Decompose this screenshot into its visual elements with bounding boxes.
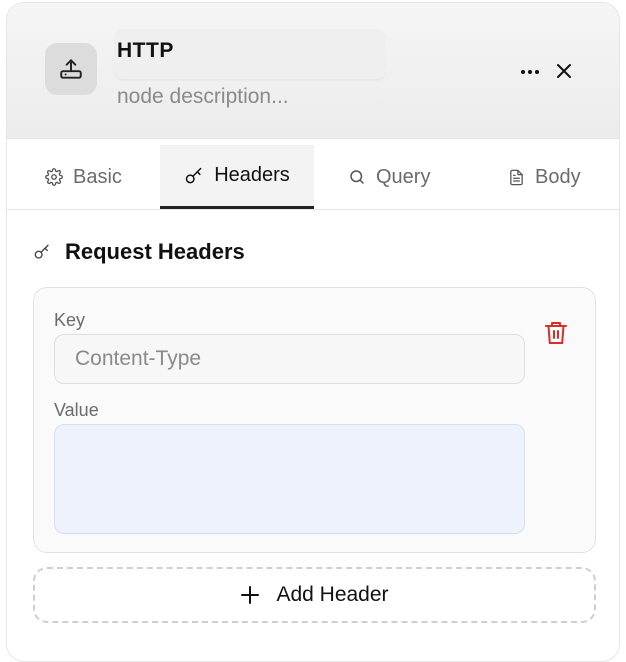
tab-headers[interactable]: Headers (160, 145, 314, 209)
value-label: Value (54, 400, 99, 420)
panel-header: HTTP node description... (7, 3, 619, 139)
document-icon (510, 169, 523, 185)
section-title: Request Headers (65, 239, 245, 264)
tab-body[interactable]: Body (508, 145, 581, 209)
gear-icon (45, 168, 63, 186)
plus-icon (241, 586, 260, 604)
value-input[interactable] (54, 424, 525, 534)
key-label: Key (54, 310, 86, 330)
tab-query-label: Query (376, 165, 431, 188)
close-button[interactable] (551, 58, 577, 84)
key-input[interactable]: Content-Type (54, 334, 525, 384)
node-config-panel: HTTP node description... Basic Headers Q… (6, 2, 620, 662)
more-options-button[interactable] (517, 59, 543, 85)
tab-query[interactable]: Query (348, 145, 430, 209)
tab-body-label: Body (535, 165, 581, 188)
delete-header-button[interactable] (544, 320, 570, 348)
more-horizontal-icon (521, 70, 539, 74)
key-icon (34, 244, 49, 259)
close-icon (557, 64, 571, 78)
header-row-card: Key Content-Type Value (33, 287, 596, 553)
node-description-field[interactable]: node description... (117, 85, 289, 109)
node-title[interactable]: HTTP (117, 39, 174, 63)
key-icon (185, 167, 202, 183)
tab-headers-label: Headers (214, 164, 290, 186)
node-type-icon (45, 43, 97, 95)
tab-basic-label: Basic (73, 165, 122, 188)
upload-icon (60, 59, 82, 79)
tab-bar: Basic Headers Query Body (7, 139, 619, 210)
add-header-button[interactable]: Add Header (33, 567, 596, 623)
request-headers-heading: Request Headers (33, 239, 245, 265)
trash-icon (545, 322, 567, 344)
search-icon (350, 170, 364, 184)
add-header-label: Add Header (276, 583, 389, 606)
tab-basic[interactable]: Basic (45, 145, 122, 209)
